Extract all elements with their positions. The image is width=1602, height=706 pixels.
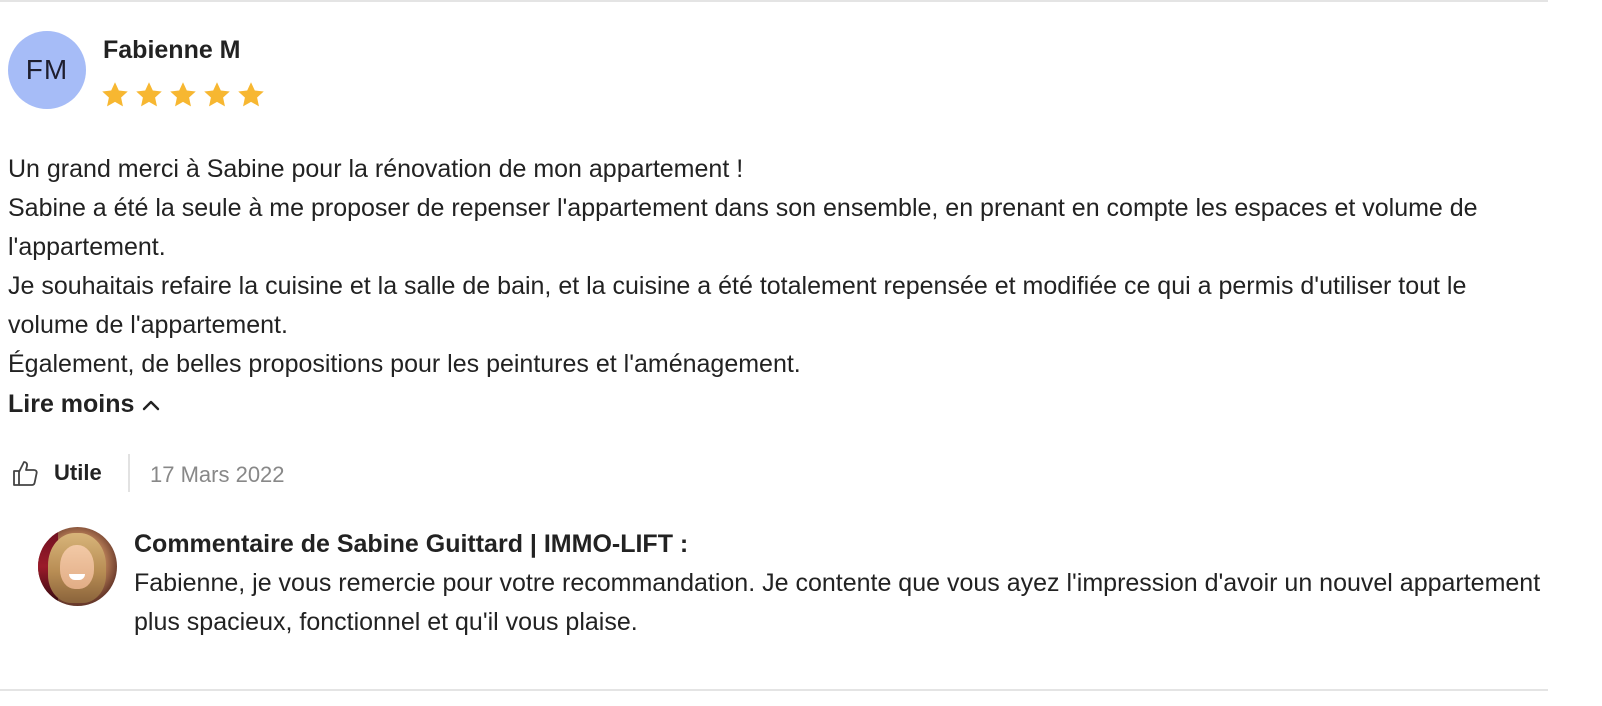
author-name: Fabienne M xyxy=(103,36,241,64)
owner-avatar xyxy=(38,527,117,606)
review-text: Un grand merci à Sabine pour la rénovati… xyxy=(8,150,1548,384)
star-icon xyxy=(136,82,162,107)
author-avatar: FM xyxy=(8,31,86,109)
star-rating xyxy=(100,80,266,110)
author-initials: FM xyxy=(25,54,69,85)
star-icon xyxy=(238,82,264,107)
vertical-separator xyxy=(128,454,130,492)
star-icon xyxy=(170,82,196,107)
owner-response-text: Fabienne, je vous remercie pour votre re… xyxy=(134,569,1541,636)
top-divider xyxy=(0,0,1548,2)
helpful-button[interactable]: Utile xyxy=(10,458,102,488)
helpful-label: Utile xyxy=(54,460,102,485)
review-line: Un grand merci à Sabine pour la rénovati… xyxy=(8,155,744,183)
review-line: Également, de belles propositions pour l… xyxy=(8,350,801,378)
review-line: Sabine a été la seule à me proposer de r… xyxy=(8,194,1478,261)
thumbs-up-icon xyxy=(13,461,38,486)
review-line: Je souhaitais refaire la cuisine et la s… xyxy=(8,272,1467,339)
read-less-button[interactable]: Lire moins xyxy=(8,386,160,422)
bottom-divider xyxy=(0,689,1548,691)
star-icon xyxy=(102,82,128,107)
chevron-up-icon xyxy=(143,400,160,411)
review-date: 17 Mars 2022 xyxy=(150,462,285,487)
owner-response-heading: Commentaire de Sabine Guittard | IMMO-LI… xyxy=(134,530,689,558)
read-less-label: Lire moins xyxy=(8,390,135,418)
star-icon xyxy=(204,82,230,107)
